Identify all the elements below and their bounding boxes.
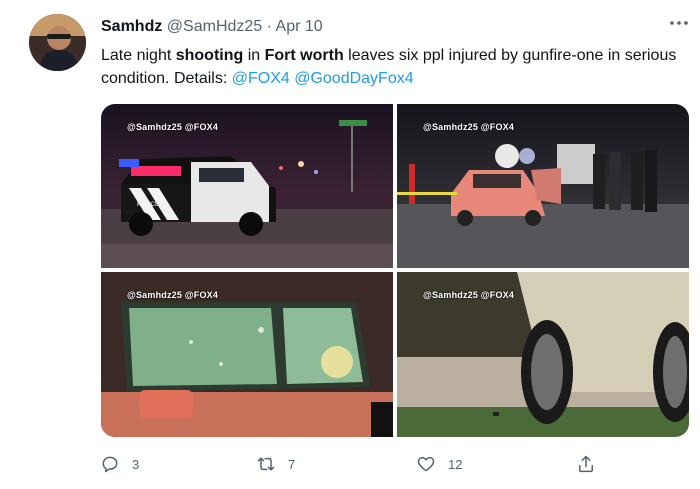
police-car-text: POLICE xyxy=(137,202,159,208)
mention-link[interactable]: @FOX4 xyxy=(232,70,290,87)
retweet-button[interactable]: 7 xyxy=(256,452,295,476)
photo-tire[interactable]: @Samhdz25 @FOX4 xyxy=(397,272,689,437)
photo-scene[interactable]: @Samhdz25 @FOX4 xyxy=(397,104,689,268)
media-grid: POLICE @Samhdz25 @FOX4 @Samhdz25 @FOX4 @… xyxy=(101,104,689,437)
more-horizontal-icon[interactable] xyxy=(668,16,690,30)
mention-link[interactable]: @GoodDayFox4 xyxy=(294,70,413,87)
share-icon xyxy=(579,455,593,473)
tweet-text: Late night shooting in Fort worth leaves… xyxy=(101,44,686,90)
tweet-text-part: in xyxy=(243,47,265,64)
tweet-header: Samhdz @SamHdz25 · Apr 10 xyxy=(101,17,323,37)
tweet-actions: 3 7 12 xyxy=(100,452,600,476)
avatar[interactable] xyxy=(29,14,86,71)
user-handle[interactable]: @SamHdz25 xyxy=(167,18,262,35)
photo-watermark: @Samhdz25 @FOX4 xyxy=(127,122,219,132)
tweet-card[interactable]: Samhdz @SamHdz25 · Apr 10 Late night sho… xyxy=(0,0,700,489)
reply-icon xyxy=(102,456,118,473)
tweet-text-bold: shooting xyxy=(175,47,244,64)
photo-watermark: @Samhdz25 @FOX4 xyxy=(423,122,515,132)
tweet-date[interactable]: Apr 10 xyxy=(276,18,323,35)
like-count: 12 xyxy=(448,456,463,472)
separator-dot: · xyxy=(266,18,272,35)
tweet-text-part: Late night xyxy=(101,47,176,64)
share-button[interactable] xyxy=(576,452,596,476)
reply-count: 3 xyxy=(132,456,140,472)
photo-watermark: @Samhdz25 @FOX4 xyxy=(127,290,219,300)
avatar-image xyxy=(29,14,86,71)
like-button[interactable]: 12 xyxy=(416,452,462,476)
photo-window[interactable]: @Samhdz25 @FOX4 xyxy=(101,272,393,437)
display-name[interactable]: Samhdz xyxy=(101,18,162,35)
heart-icon xyxy=(417,456,435,472)
photo-police-car[interactable]: POLICE @Samhdz25 @FOX4 xyxy=(101,104,393,268)
retweet-count: 7 xyxy=(288,456,296,472)
retweet-icon xyxy=(257,457,275,471)
reply-button[interactable]: 3 xyxy=(100,452,139,476)
photo-watermark: @Samhdz25 @FOX4 xyxy=(423,290,515,300)
tweet-text-bold: Fort worth xyxy=(264,47,344,64)
